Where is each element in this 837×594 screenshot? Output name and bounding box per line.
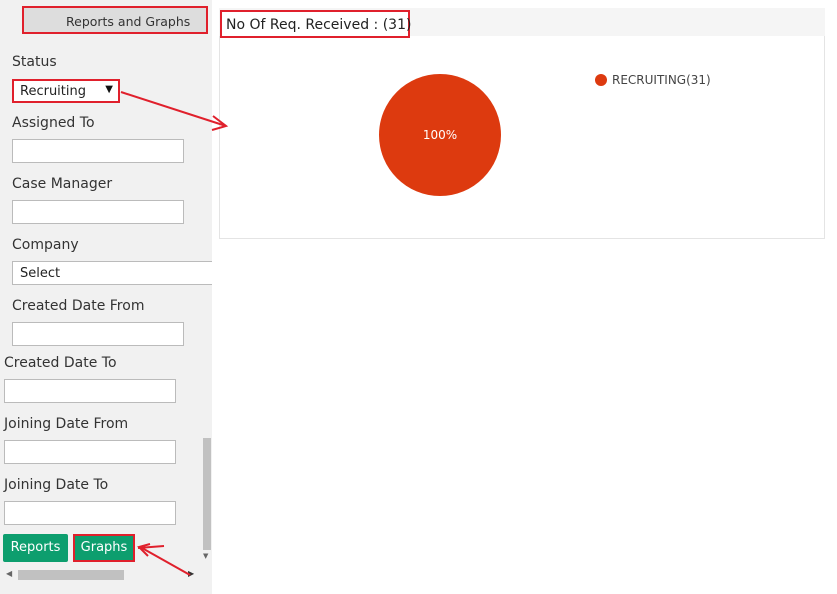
created-date-to-label: Created Date To [4, 355, 117, 371]
chart-legend: RECRUITING(31) [595, 73, 711, 87]
company-label: Company [12, 237, 79, 253]
pie-slice-percent-label: 100% [423, 128, 457, 142]
dropdown-caret-icon: ▼ [105, 84, 113, 95]
assigned-to-input[interactable] [12, 139, 184, 163]
scroll-down-arrow-icon[interactable]: ▼ [203, 552, 208, 560]
joining-date-to-input[interactable] [4, 501, 176, 525]
joining-date-from-label: Joining Date From [4, 416, 129, 432]
created-date-from-input[interactable] [12, 322, 184, 346]
assigned-to-label: Assigned To [12, 115, 95, 131]
created-date-to-input[interactable] [4, 379, 176, 403]
status-selected-value: Recruiting [20, 84, 86, 99]
case-manager-label: Case Manager [12, 176, 113, 192]
pie-chart: 100% RECRUITING(31) [379, 73, 711, 196]
reports-button[interactable]: Reports [3, 534, 68, 562]
reports-and-graphs-label: Reports and Graphs [66, 14, 191, 29]
pie-slices: 100% [379, 74, 501, 196]
filter-sidebar: Reports and Graphs Status Recruiting ▼ A… [0, 0, 212, 594]
status-select[interactable]: Recruiting ▼ [12, 79, 120, 103]
case-manager-input[interactable] [12, 200, 184, 224]
graphs-button[interactable]: Graphs [73, 534, 135, 562]
chart-title: No Of Req. Received : (31) [220, 10, 412, 38]
joining-date-from-input[interactable] [4, 440, 176, 464]
status-label: Status [12, 54, 57, 70]
chart-title-text: No Of Req. Received : (31) [226, 17, 412, 33]
created-date-from-label: Created Date From [12, 298, 145, 314]
scroll-left-arrow-icon[interactable]: ◀ [6, 569, 12, 578]
company-selected-value: Select [20, 266, 61, 281]
legend-marker [595, 74, 607, 86]
joining-date-to-label: Joining Date To [4, 477, 109, 493]
vertical-scroll-thumb[interactable] [203, 438, 211, 550]
scroll-right-arrow-icon[interactable]: ▶ [188, 569, 194, 578]
horizontal-scroll-thumb[interactable] [18, 570, 124, 580]
reports-and-graphs-tab[interactable]: Reports and Graphs [22, 6, 208, 34]
legend-label[interactable]: RECRUITING(31) [612, 73, 711, 87]
company-select[interactable]: Select [12, 261, 212, 285]
